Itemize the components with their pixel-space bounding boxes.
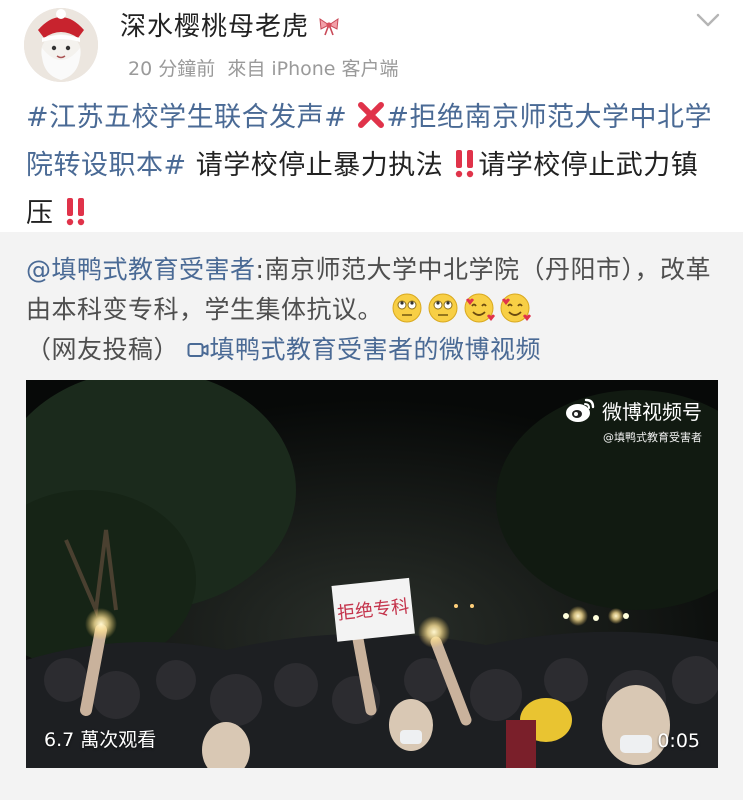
video-link-icon xyxy=(187,335,209,364)
video-duration: 0:05 xyxy=(657,730,700,752)
post-meta: 20 分鐘前 來自 iPhone 客户端 xyxy=(128,54,399,81)
double-exclamation-icon xyxy=(452,148,478,192)
post-text: #江苏五校学生联合发声# #拒绝南京师范大学中北学院转设职本# 请学校停止暴力执… xyxy=(26,96,721,240)
author-mention[interactable]: @填鸭式教育受害者 xyxy=(26,255,256,284)
bow-icon xyxy=(317,12,341,42)
smiling-face-with-hearts-icon xyxy=(499,292,532,324)
view-count: 6.7 萬次观看 xyxy=(44,729,157,751)
repost-card[interactable]: @填鸭式教育受害者:南京师范大学中北学院（丹阳市），改革由本科变专科，学生集体抗… xyxy=(0,232,743,800)
watermark-title: 微博视频号 xyxy=(602,400,702,424)
video-link[interactable]: 填鸭式教育受害者的微博视频 xyxy=(187,335,541,364)
post-timestamp: 20 分鐘前 xyxy=(128,58,216,80)
username[interactable]: 深水樱桃母老虎 xyxy=(120,6,341,43)
chevron-down-icon[interactable] xyxy=(695,10,721,30)
topic-link-1[interactable]: #江苏五校学生联合发声# xyxy=(26,102,347,133)
watermark-account: @填鸭式教育受害者 xyxy=(603,431,702,444)
video-player[interactable]: 拒绝专科 微博视频号 @填鸭式教育受害者 6.7 萬次观看 0:05 xyxy=(26,380,718,768)
post-body-1: 请学校停止暴力执法 xyxy=(186,150,444,181)
repost-text: @填鸭式教育受害者:南京师范大学中北学院（丹阳市），改革由本科变专科，学生集体抗… xyxy=(26,250,726,370)
post-source: 來自 iPhone 客户端 xyxy=(227,58,399,80)
face-with-rolling-eyes-icon xyxy=(427,292,459,324)
cross-mark-icon xyxy=(356,100,386,144)
face-with-rolling-eyes-icon xyxy=(391,292,423,324)
avatar[interactable] xyxy=(24,8,98,82)
video-link-text: 填鸭式教育受害者的微博视频 xyxy=(209,335,541,364)
weibo-post: 深水樱桃母老虎 20 分鐘前 來自 iPhone 客户端 #江苏五校学生联合发声… xyxy=(0,0,743,800)
video-watermark: 微博视频号 @填鸭式教育受害者 xyxy=(566,396,702,445)
username-text: 深水樱桃母老虎 xyxy=(120,12,310,42)
contributor-note: （网友投稿） xyxy=(26,335,180,364)
card-bottom-divider xyxy=(0,786,743,800)
avatar-image xyxy=(24,8,98,82)
weibo-logo-icon xyxy=(564,396,596,428)
smiling-face-with-hearts-icon xyxy=(463,292,496,324)
